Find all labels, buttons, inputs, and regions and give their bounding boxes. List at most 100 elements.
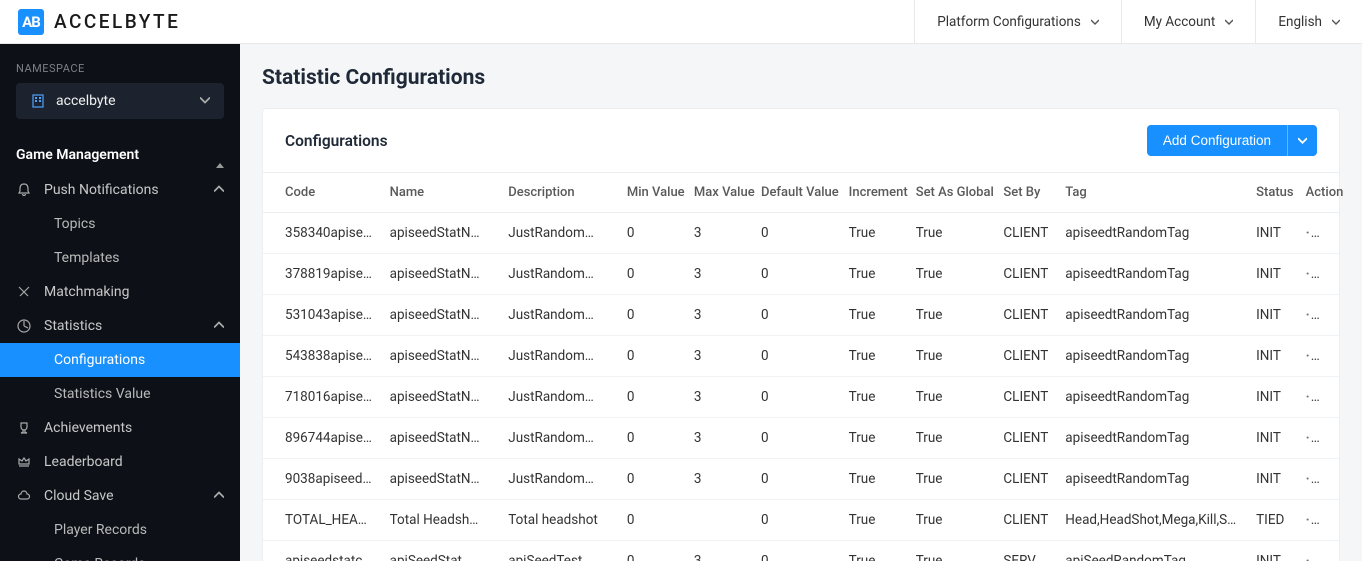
add-configuration-button[interactable]: Add Configuration xyxy=(1147,125,1287,156)
chevron-down-icon xyxy=(1298,133,1307,148)
cell-increment: True xyxy=(841,459,908,500)
th-increment[interactable]: Increment xyxy=(841,173,908,213)
swords-icon xyxy=(16,284,32,300)
sidebar-item-cloud-save[interactable]: Cloud Save xyxy=(0,479,240,513)
cell-action: ··· xyxy=(1298,377,1339,418)
cell-global: True xyxy=(908,295,996,336)
more-actions-icon[interactable]: ··· xyxy=(1306,553,1321,561)
th-description[interactable]: Description xyxy=(500,173,619,213)
table-row[interactable]: 358340apise…apiseedStatN…JustRandom…030T… xyxy=(263,213,1339,254)
topnav-label: My Account xyxy=(1144,14,1215,30)
cell-increment: True xyxy=(841,377,908,418)
chevron-up-icon xyxy=(214,182,224,198)
th-tag[interactable]: Tag xyxy=(1057,173,1248,213)
table-row[interactable]: TOTAL_HEA…Total Headsh…Total headshot00T… xyxy=(263,500,1339,541)
sidebar-item-leaderboard[interactable]: Leaderboard xyxy=(0,445,240,479)
table-row[interactable]: 543838apise…apiseedStatN…JustRandom…030T… xyxy=(263,336,1339,377)
sidebar-sub-player-records[interactable]: Player Records xyxy=(0,513,240,547)
cell-default: 0 xyxy=(753,336,841,377)
th-default[interactable]: Default Value xyxy=(753,173,841,213)
cell-setby: SERVER xyxy=(995,541,1057,561)
topnav-my-account[interactable]: My Account xyxy=(1121,0,1255,43)
cell-global: True xyxy=(908,336,996,377)
cell-min: 0 xyxy=(619,459,686,500)
topbar: AB ACCELBYTE Platform Configurations My … xyxy=(0,0,1362,44)
more-actions-icon[interactable]: ··· xyxy=(1306,430,1321,446)
cell-default: 0 xyxy=(753,213,841,254)
cell-code: 531043apise… xyxy=(263,295,382,336)
more-actions-icon[interactable]: ··· xyxy=(1306,512,1321,528)
topnav-language[interactable]: English xyxy=(1255,0,1362,43)
trophy-icon xyxy=(16,420,32,436)
more-actions-icon[interactable]: ··· xyxy=(1306,266,1321,282)
sidebar-item-achievements[interactable]: Achievements xyxy=(0,411,240,445)
table-row[interactable]: 896744apise…apiseedStatN…JustRandom…030T… xyxy=(263,418,1339,459)
cell-min: 0 xyxy=(619,418,686,459)
cell-increment: True xyxy=(841,500,908,541)
cell-min: 0 xyxy=(619,500,686,541)
th-name[interactable]: Name xyxy=(382,173,501,213)
table-row[interactable]: 378819apise…apiseedStatN…JustRandom…030T… xyxy=(263,254,1339,295)
cell-status: INIT xyxy=(1248,336,1298,377)
sidebar-section-game-management[interactable]: Game Management xyxy=(0,137,240,173)
more-actions-icon[interactable]: ··· xyxy=(1306,225,1321,241)
th-code[interactable]: Code xyxy=(263,173,382,213)
sidebar-sub-configurations[interactable]: Configurations xyxy=(0,343,240,377)
sidebar-sub-templates[interactable]: Templates xyxy=(0,241,240,275)
table-row[interactable]: 718016apise…apiseedStatN…JustRandom…030T… xyxy=(263,377,1339,418)
crown-icon xyxy=(16,454,32,470)
logo-text: ACCELBYTE xyxy=(54,10,180,33)
cell-setby: CLIENT xyxy=(995,254,1057,295)
cell-name: apiseedStatN… xyxy=(382,459,501,500)
th-setby[interactable]: Set By xyxy=(995,173,1057,213)
more-actions-icon[interactable]: ··· xyxy=(1306,348,1321,364)
card-title: Configurations xyxy=(285,132,388,150)
page-title: Statistic Configurations xyxy=(262,66,1340,90)
add-config-button-group: Add Configuration xyxy=(1147,125,1317,156)
topnav-label: Platform Configurations xyxy=(937,14,1081,30)
cell-max: 3 xyxy=(686,213,753,254)
cell-status: INIT xyxy=(1248,377,1298,418)
table-row[interactable]: 531043apise…apiseedStatN…JustRandom…030T… xyxy=(263,295,1339,336)
cell-action: ··· xyxy=(1298,295,1339,336)
cell-global: True xyxy=(908,213,996,254)
namespace-selector[interactable]: accelbyte xyxy=(16,83,224,119)
topnav-platform-configs[interactable]: Platform Configurations xyxy=(914,0,1121,43)
th-max[interactable]: Max Value xyxy=(686,173,753,213)
cell-setby: CLIENT xyxy=(995,500,1057,541)
cell-max: 3 xyxy=(686,254,753,295)
cell-name: apiseedStatN… xyxy=(382,295,501,336)
cell-name: apiseedStatN… xyxy=(382,213,501,254)
cell-default: 0 xyxy=(753,459,841,500)
cell-action: ··· xyxy=(1298,459,1339,500)
more-actions-icon[interactable]: ··· xyxy=(1306,307,1321,323)
th-action[interactable]: Action xyxy=(1298,173,1339,213)
cell-code: 718016apise… xyxy=(263,377,382,418)
more-actions-icon[interactable]: ··· xyxy=(1306,389,1321,405)
th-global[interactable]: Set As Global xyxy=(908,173,996,213)
sidebar-item-matchmaking[interactable]: Matchmaking xyxy=(0,275,240,309)
cell-tag: apiseedtRandomTag xyxy=(1057,254,1248,295)
cell-min: 0 xyxy=(619,295,686,336)
sidebar-sub-topics[interactable]: Topics xyxy=(0,207,240,241)
more-actions-icon[interactable]: ··· xyxy=(1306,471,1321,487)
table-row[interactable]: apiseedstatc…apiSeedStat…apiSeedTest…030… xyxy=(263,541,1339,561)
building-icon xyxy=(30,93,46,109)
cell-tag: Head,HeadShot,Mega,Kill,Shot xyxy=(1057,500,1248,541)
brand-logo[interactable]: AB ACCELBYTE xyxy=(18,9,180,35)
table-row[interactable]: 9038apiseed…apiseedStatN…JustRandom…030T… xyxy=(263,459,1339,500)
cell-default: 0 xyxy=(753,295,841,336)
sidebar-item-statistics[interactable]: Statistics xyxy=(0,309,240,343)
cell-tag: apiseedtRandomTag xyxy=(1057,418,1248,459)
add-configuration-dropdown[interactable] xyxy=(1287,125,1317,156)
sidebar-sub-statistics-value[interactable]: Statistics Value xyxy=(0,377,240,411)
sidebar-sub-game-records[interactable]: Game Records xyxy=(0,547,240,561)
cell-status: INIT xyxy=(1248,254,1298,295)
th-status[interactable]: Status xyxy=(1248,173,1298,213)
cell-global: True xyxy=(908,541,996,561)
th-min[interactable]: Min Value xyxy=(619,173,686,213)
cell-tag: apiseedtRandomTag xyxy=(1057,459,1248,500)
sidebar-item-push-notifications[interactable]: Push Notifications xyxy=(0,173,240,207)
sidebar-item-label: Leaderboard xyxy=(44,454,123,470)
cell-global: True xyxy=(908,254,996,295)
